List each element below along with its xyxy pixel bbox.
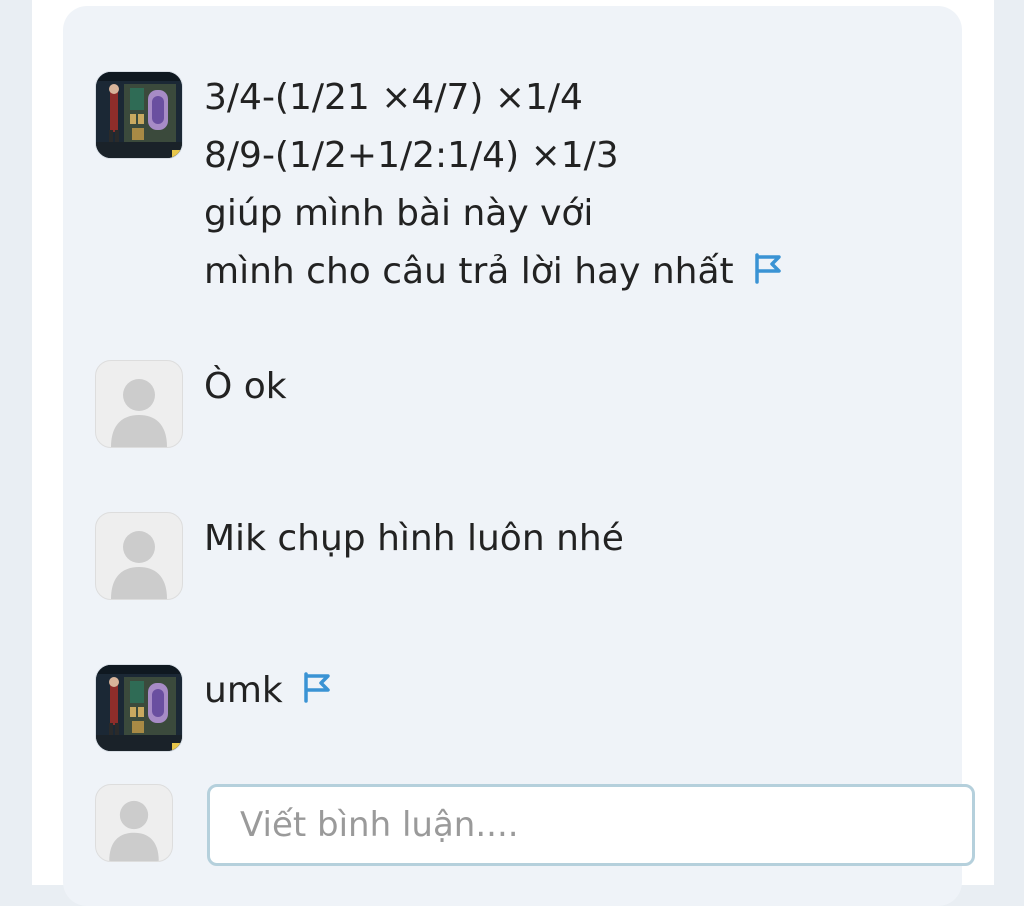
comment-line: umk	[204, 670, 283, 711]
user-avatar[interactable]	[95, 512, 183, 600]
comment-item: umk	[95, 664, 333, 752]
comment-line: 3/4-(1/21 ×4/7) ×1/4	[204, 77, 583, 118]
comment-compose	[95, 784, 975, 866]
comment-text: 3/4-(1/21 ×4/7) ×1/4 8/9-(1/2+1/2:1/4) ×…	[204, 69, 784, 302]
default-user-icon	[109, 800, 159, 861]
comment-line: Ò ok	[204, 366, 287, 407]
comment-line: giúp mình bài này với	[204, 193, 594, 234]
report-flag-icon[interactable]	[752, 244, 784, 302]
comment-line: 8/9-(1/2+1/2:1/4) ×1/3	[204, 135, 619, 176]
user-avatar[interactable]	[95, 360, 183, 448]
user-avatar[interactable]	[95, 664, 183, 752]
comment-item: 3/4-(1/21 ×4/7) ×1/4 8/9-(1/2+1/2:1/4) ×…	[95, 71, 784, 302]
comment-item: Mik chụp hình luôn nhé	[95, 512, 624, 600]
comment-text: Ò ok	[204, 358, 287, 416]
default-user-icon	[111, 531, 167, 599]
comment-item: Ò ok	[95, 360, 287, 448]
comment-line-last: umk	[204, 662, 333, 721]
game-screenshot-icon	[96, 72, 182, 158]
game-screenshot-icon	[96, 665, 182, 751]
default-user-icon	[111, 379, 167, 447]
report-flag-icon[interactable]	[301, 663, 333, 721]
comment-text: umk	[204, 662, 333, 721]
comment-line: Mik chụp hình luôn nhé	[204, 518, 624, 559]
current-user-avatar	[95, 784, 173, 862]
comment-line-last: mình cho câu trả lời hay nhất	[204, 243, 784, 302]
comment-line: mình cho câu trả lời hay nhất	[204, 251, 734, 292]
comment-text: Mik chụp hình luôn nhé	[204, 510, 624, 568]
comment-input[interactable]	[207, 784, 975, 866]
user-avatar[interactable]	[95, 71, 183, 159]
